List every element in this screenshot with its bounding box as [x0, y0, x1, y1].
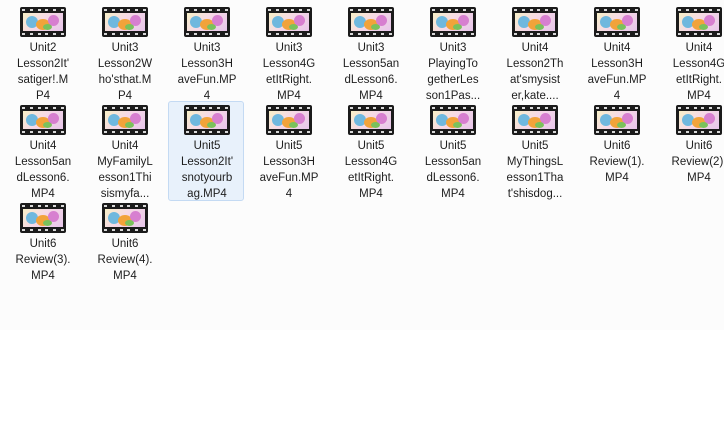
file-item[interactable]: Unit2 Lesson2It' satiger!.M P4 [4, 3, 80, 103]
file-name: Unit5 MyThingsL esson1Tha t'shisdog... [506, 140, 564, 200]
file-item[interactable]: Unit4 MyFamilyL esson1Thi sismyfa... [86, 101, 162, 201]
file-item[interactable]: Unit4 Lesson4G etItRight. MP4 [660, 3, 724, 103]
file-item[interactable]: Unit3 Lesson2W ho'sthat.M P4 [86, 3, 162, 103]
video-file-icon [266, 105, 312, 135]
file-item[interactable]: Unit6 Review(1). MP4 [578, 101, 654, 201]
video-file-icon [594, 7, 640, 37]
video-file-icon [20, 105, 66, 135]
file-name: Unit4 Lesson4G etItRight. MP4 [672, 42, 724, 102]
file-view[interactable]: Unit2 Lesson2It' satiger!.M P4 Unit3 Less… [0, 0, 724, 437]
video-file-icon [512, 7, 558, 37]
file-name: Unit6 Review(3). MP4 [15, 238, 71, 282]
file-item[interactable]: Unit4 Lesson2Th at'smysist er,kate.... [496, 3, 572, 103]
video-file-icon [430, 105, 476, 135]
file-item[interactable]: Unit6 Review(3). MP4 [4, 199, 80, 299]
file-item[interactable]: Unit3 Lesson4G etItRight. MP4 [250, 3, 326, 103]
file-name: Unit4 MyFamilyL esson1Thi sismyfa... [97, 140, 153, 200]
file-item[interactable]: Unit6 Review(4). MP4 [86, 199, 162, 299]
file-item[interactable]: Unit5 Lesson5an dLesson6. MP4 [414, 101, 490, 201]
video-file-icon [20, 203, 66, 233]
file-grid[interactable]: Unit2 Lesson2It' satiger!.M P4 Unit3 Less… [0, 0, 724, 330]
video-file-icon [676, 105, 722, 135]
video-file-icon [184, 7, 230, 37]
video-file-icon [512, 105, 558, 135]
file-item[interactable]: Unit5 Lesson2It' snotyourb ag.MP4 [168, 101, 244, 201]
video-file-icon [102, 203, 148, 233]
file-name: Unit5 Lesson5an dLesson6. MP4 [424, 140, 482, 200]
file-item[interactable]: Unit4 Lesson5an dLesson6. MP4 [4, 101, 80, 201]
file-name: Unit6 Review(4). MP4 [97, 238, 153, 282]
file-name: Unit5 Lesson2It' snotyourb ag.MP4 [180, 140, 234, 200]
file-item[interactable]: Unit6 Review(2). MP4 [660, 101, 724, 201]
video-file-icon [20, 7, 66, 37]
file-name: Unit3 Lesson3H aveFun.MP 4 [177, 42, 237, 102]
file-name: Unit3 Lesson2W ho'sthat.M P4 [97, 42, 153, 102]
file-name: Unit3 Lesson4G etItRight. MP4 [262, 42, 316, 102]
file-name: Unit5 Lesson4G etItRight. MP4 [344, 140, 398, 200]
video-file-icon [430, 7, 476, 37]
file-item[interactable]: Unit5 Lesson4G etItRight. MP4 [332, 101, 408, 201]
file-name: Unit4 Lesson2Th at'smysist er,kate.... [506, 42, 564, 102]
video-file-icon [348, 7, 394, 37]
video-file-icon [102, 7, 148, 37]
video-file-icon [676, 7, 722, 37]
file-item[interactable]: Unit3 Lesson3H aveFun.MP 4 [168, 3, 244, 103]
file-name: Unit2 Lesson2It' satiger!.M P4 [16, 42, 70, 102]
empty-area[interactable] [0, 330, 724, 437]
video-file-icon [594, 105, 640, 135]
file-name: Unit3 PlayingTo getherLes son1Pas... [425, 42, 481, 102]
video-file-icon [266, 7, 312, 37]
file-name: Unit5 Lesson3H aveFun.MP 4 [259, 140, 319, 200]
file-item[interactable]: Unit3 PlayingTo getherLes son1Pas... [414, 3, 490, 103]
file-item[interactable]: Unit5 Lesson3H aveFun.MP 4 [250, 101, 326, 201]
video-file-icon [184, 105, 230, 135]
video-file-icon [348, 105, 394, 135]
file-name: Unit6 Review(2). MP4 [671, 140, 724, 184]
file-name: Unit6 Review(1). MP4 [589, 140, 645, 184]
file-name: Unit4 Lesson3H aveFun.MP 4 [587, 42, 647, 102]
file-name: Unit4 Lesson5an dLesson6. MP4 [14, 140, 72, 200]
file-name: Unit3 Lesson5an dLesson6. MP4 [342, 42, 400, 102]
video-file-icon [102, 105, 148, 135]
file-item[interactable]: Unit3 Lesson5an dLesson6. MP4 [332, 3, 408, 103]
file-item[interactable]: Unit5 MyThingsL esson1Tha t'shisdog... [496, 101, 572, 201]
file-item[interactable]: Unit4 Lesson3H aveFun.MP 4 [578, 3, 654, 103]
